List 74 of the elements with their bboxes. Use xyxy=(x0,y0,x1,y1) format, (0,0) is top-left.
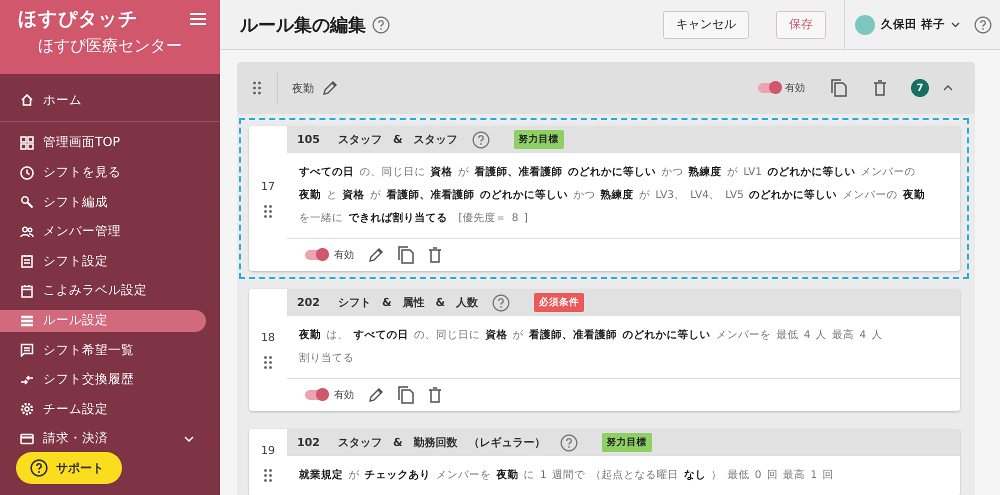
nav-item[interactable]: シフト交換履歴 xyxy=(0,368,206,391)
swap-icon xyxy=(20,372,34,387)
rule-number: 19 xyxy=(261,444,275,456)
rule-description: すべての日 の、同じ日に 資格 が 看護師、准看護師 のどれかに等しい かつ 熟練度 が LV1 のどれかに等しい メンバーの夜勤 と 資格 が 看護師、准看護師 のどれかに等しい かつ 熟練度 が LV3、 LV4、 LV5 のどれかに等しい メンバーの 夜勤を一緒に できれば割り当てる [優先度＝ 8 ] xyxy=(299,164,926,226)
pencil-icon[interactable] xyxy=(322,80,338,96)
save-button[interactable]: 保存 xyxy=(776,10,826,38)
rule-tag: 必須条件 xyxy=(534,293,584,312)
facility-name: ほすぴ医療センター xyxy=(37,36,183,57)
nav-item[interactable]: シフト設定 xyxy=(0,250,206,272)
rule-title: シフト & 属性 & 人数 xyxy=(338,295,478,310)
rule-tag: 努力目標 xyxy=(514,130,564,149)
cancel-button[interactable]: キャンセル xyxy=(662,10,749,38)
doc-icon xyxy=(20,254,34,268)
trash-icon[interactable] xyxy=(873,80,887,96)
nav-item[interactable]: メンバー管理 xyxy=(0,220,206,243)
rule-description: 就業規定 が チェックあり メンバーを 夜勤 に 1 週間で （起点となる曜日 なし ） 最低 0 回 最高 1 回 xyxy=(299,468,834,483)
nav-item[interactable]: 請求・決済 xyxy=(0,428,206,450)
rule-code: 105 xyxy=(297,133,320,146)
group-name: 夜勤 xyxy=(292,80,314,96)
grid-icon xyxy=(20,136,34,150)
toggle-label: 有効 xyxy=(334,248,354,262)
help-icon[interactable] xyxy=(472,130,490,148)
chat-icon xyxy=(20,343,34,358)
pencil-icon[interactable] xyxy=(368,247,384,263)
nav-item[interactable]: シフト希望一覧 xyxy=(0,339,206,362)
nav-item[interactable]: ホーム xyxy=(0,89,206,111)
nav-item[interactable]: 管理画面TOP xyxy=(0,132,206,154)
support-button[interactable]: サポート xyxy=(16,452,122,484)
logo: ほすぴタッチ xyxy=(18,7,138,32)
trash-icon[interactable] xyxy=(428,247,442,263)
trash-icon[interactable] xyxy=(428,387,442,403)
copy-icon[interactable] xyxy=(831,79,847,97)
chevron-icon[interactable] xyxy=(951,22,960,28)
list-icon xyxy=(20,314,34,328)
rule-code: 202 xyxy=(297,296,320,309)
gear-icon xyxy=(20,402,34,416)
nav-item[interactable]: シフトを見る xyxy=(0,162,206,184)
rule-number: 17 xyxy=(261,180,275,192)
help-icon xyxy=(30,459,48,477)
copy-icon[interactable] xyxy=(398,246,414,264)
toggle-switch[interactable] xyxy=(305,390,327,400)
clock-icon xyxy=(20,166,34,180)
copy-icon[interactable] xyxy=(398,386,414,404)
rule-number: 18 xyxy=(261,331,275,344)
help-icon[interactable] xyxy=(372,16,390,34)
rule-code: 102 xyxy=(297,436,320,449)
nav-item[interactable]: シフト編成 xyxy=(0,191,206,214)
nav-item[interactable]: チーム設定 xyxy=(0,398,206,420)
drag-handle-icon[interactable] xyxy=(253,72,278,104)
drag-handle-icon[interactable] xyxy=(264,468,272,482)
chevron-icon[interactable] xyxy=(943,85,953,91)
rule-description: 夜勤 は、 すべての日 の、同じ日に 資格 が 看護師、准看護師 のどれかに等しい メンバーを 最低 4 人 最高 4 人割り当てる xyxy=(299,328,884,366)
help-icon[interactable] xyxy=(974,16,992,34)
page-title: ルール集の編集 xyxy=(240,14,366,36)
toggle-switch[interactable] xyxy=(758,83,780,93)
rule-title: スタッフ & スタッフ xyxy=(338,132,458,147)
help-icon[interactable] xyxy=(492,294,510,312)
drag-handle-icon[interactable] xyxy=(264,204,272,218)
drag-handle-icon[interactable] xyxy=(264,356,272,369)
card-icon xyxy=(20,432,34,446)
help-icon[interactable] xyxy=(560,434,578,452)
rule-tag: 努力目標 xyxy=(602,433,652,452)
pencil-icon[interactable] xyxy=(368,387,384,403)
rule-title: スタッフ & 勤務回数 （レギュラー） xyxy=(338,435,546,450)
menu-icon[interactable] xyxy=(190,13,206,25)
toggle-label: 有効 xyxy=(334,388,354,402)
toggle-label: 有効 xyxy=(785,82,805,95)
home-icon xyxy=(20,93,34,107)
people-icon xyxy=(20,224,34,239)
nav-item[interactable]: こよみラベル設定 xyxy=(0,280,206,302)
user-name[interactable]: 久保田 祥子 xyxy=(880,17,945,32)
count-badge: 7 xyxy=(911,79,929,97)
calendar-icon xyxy=(20,284,34,298)
toggle-switch[interactable] xyxy=(305,250,327,260)
